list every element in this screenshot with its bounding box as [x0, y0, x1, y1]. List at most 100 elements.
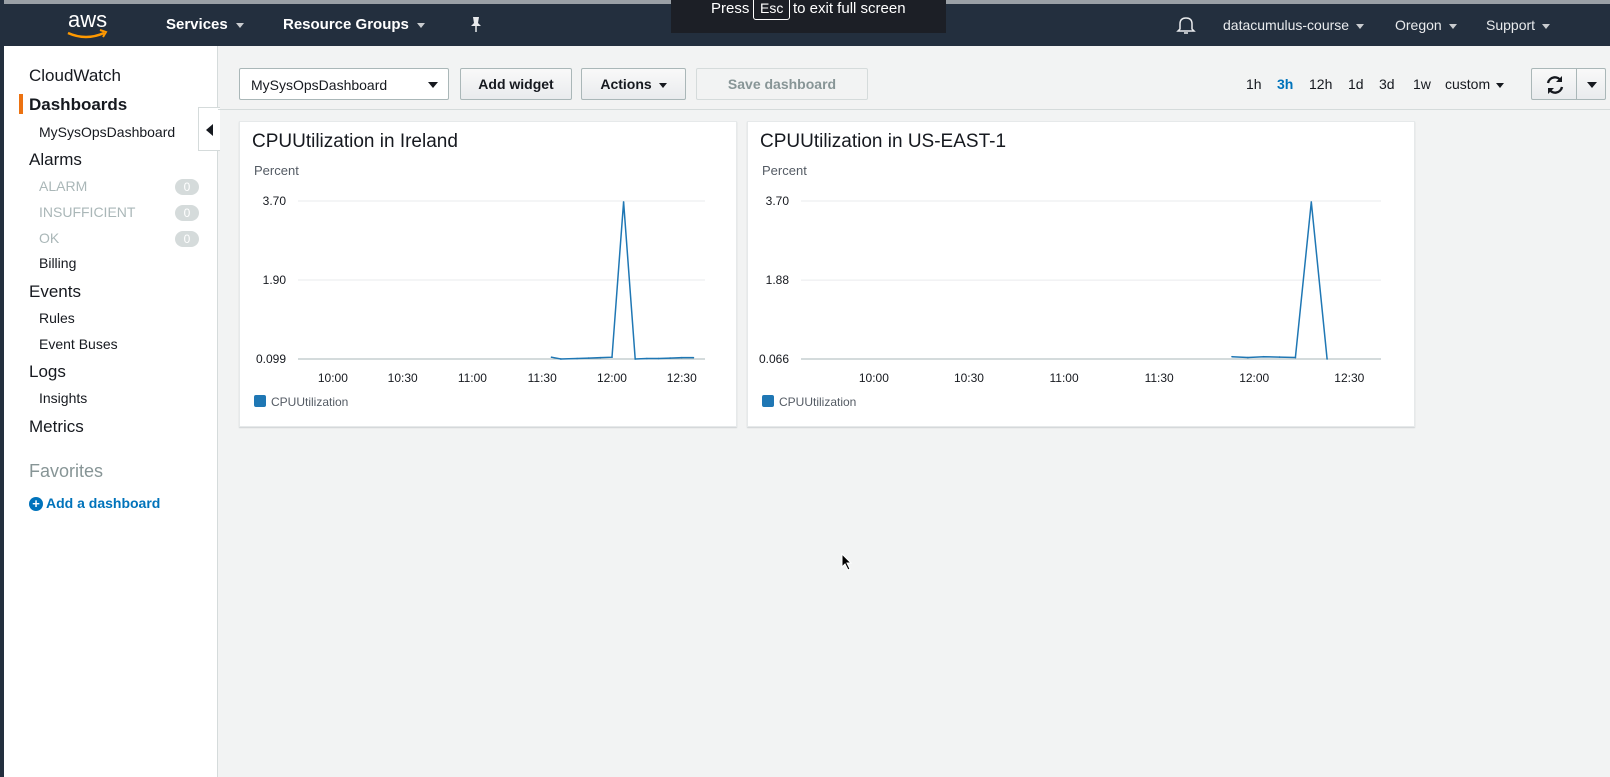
data-point [634, 358, 637, 360]
chevron-down-icon [1587, 82, 1597, 88]
chevron-down-icon [1356, 23, 1365, 29]
chevron-down-icon [1542, 23, 1551, 29]
add-widget-button[interactable]: Add widget [460, 68, 572, 100]
x-tick-label: 11:30 [1145, 371, 1174, 385]
widget-cpu-us-east-1[interactable]: CPUUtilization in US-EAST-1 Percent 3.70 1… [747, 121, 1415, 427]
range-12h[interactable]: 12h [1309, 76, 1332, 92]
services-label: Services [166, 16, 228, 33]
sidebar-item-dashboards[interactable]: Dashboards [29, 95, 127, 115]
account-menu[interactable]: datacumulus-course [1223, 17, 1365, 33]
chevron-down-icon [1448, 23, 1457, 29]
aws-logo[interactable]: aws [64, 7, 112, 39]
add-widget-label: Add widget [478, 76, 554, 92]
support-menu[interactable]: Support [1486, 17, 1551, 33]
data-point [646, 357, 648, 360]
data-point [1310, 201, 1313, 203]
sidebar-item-ok[interactable]: OK [39, 230, 59, 246]
active-indicator [19, 94, 23, 114]
account-label: datacumulus-course [1223, 17, 1350, 33]
data-point [576, 357, 578, 360]
range-3d[interactable]: 3d [1379, 76, 1395, 92]
collapse-sidebar-button[interactable] [198, 107, 220, 151]
x-tick-label: 11:00 [1049, 371, 1078, 385]
support-label: Support [1486, 17, 1536, 33]
caret-left-icon [206, 124, 213, 136]
favorites-heading: Favorites [29, 461, 104, 481]
sidebar-item-mysysopsdashboard[interactable]: MySysOpsDashboard [39, 124, 175, 140]
data-point [1326, 358, 1328, 360]
y-tick-label: 3.70 [263, 194, 287, 208]
actions-button[interactable]: Actions [581, 68, 686, 100]
refresh-icon [1546, 76, 1564, 94]
data-point [680, 356, 683, 359]
range-1d[interactable]: 1d [1348, 76, 1364, 92]
data-point [1231, 355, 1233, 358]
y-tick-label: 0.099 [256, 352, 286, 366]
refresh-options-button[interactable] [1576, 68, 1606, 100]
pin-icon[interactable] [468, 15, 484, 38]
y-tick-label: 1.90 [263, 273, 287, 287]
sidebar-item-logs[interactable]: Logs [29, 362, 66, 382]
sidebar-item-insights[interactable]: Insights [39, 390, 87, 406]
chevron-down-icon [235, 22, 244, 28]
save-dashboard-button[interactable]: Save dashboard [696, 68, 868, 100]
refresh-button[interactable] [1531, 68, 1577, 100]
x-tick-label: 10:00 [859, 371, 889, 385]
data-point [622, 201, 625, 203]
x-tick-label: 11:30 [528, 371, 557, 385]
x-tick-label: 10:30 [954, 371, 984, 385]
x-tick-label: 12:00 [1239, 371, 1269, 385]
esc-key-hint: Esc [753, 0, 791, 20]
services-menu[interactable]: Services [166, 16, 244, 33]
sidebar-item-alarm[interactable]: ALARM [39, 178, 87, 194]
x-tick-label: 11:00 [458, 371, 487, 385]
x-tick-label: 10:00 [318, 371, 348, 385]
region-label: Oregon [1395, 17, 1442, 33]
sidebar: CloudWatch Dashboards MySysOpsDashboard … [4, 46, 218, 777]
range-custom[interactable]: custom [1445, 76, 1505, 92]
x-tick-label: 12:00 [597, 371, 627, 385]
cpu-us-east-1-chart: Percent 3.70 1.88 0.066 10:00 10:30 11:00 11:30… [759, 163, 1381, 409]
x-tick-label: 10:30 [388, 371, 418, 385]
range-1h[interactable]: 1h [1246, 76, 1262, 92]
notifications-bell-icon[interactable] [1176, 15, 1196, 40]
sidebar-item-alarms[interactable]: Alarms [29, 150, 82, 170]
ok-count-badge: 0 [175, 231, 199, 247]
dashboard-select[interactable]: MySysOpsDashboard [239, 68, 449, 100]
data-point [587, 357, 590, 359]
y-tick-label: 1.88 [766, 273, 790, 287]
widget-cpu-ireland[interactable]: CPUUtilization in Ireland Percent 3.70 1.9… [239, 121, 737, 427]
fullscreen-notice-text: to exit full screen [793, 0, 906, 17]
data-point [560, 358, 562, 360]
resource-groups-label: Resource Groups [283, 16, 409, 33]
region-menu[interactable]: Oregon [1395, 17, 1457, 33]
sidebar-item-rules[interactable]: Rules [39, 310, 75, 326]
resource-groups-menu[interactable]: Resource Groups [283, 16, 425, 33]
chevron-down-icon [416, 22, 425, 28]
data-point [657, 357, 660, 360]
data-point [1294, 356, 1297, 359]
add-dashboard-label: Add a dashboard [46, 495, 161, 511]
toolbar-divider [218, 109, 1610, 110]
sidebar-item-cloudwatch[interactable]: CloudWatch [29, 66, 121, 86]
x-tick-label: 12:30 [1334, 371, 1364, 385]
actions-label: Actions [600, 76, 652, 92]
sidebar-item-event-buses[interactable]: Event Buses [39, 336, 118, 352]
cpu-ireland-chart: Percent 3.70 1.90 0.099 10:00 10:30 11:00 11:30… [254, 163, 705, 409]
y-axis-label: Percent [254, 163, 299, 178]
dashboard-select-value: MySysOpsDashboard [251, 77, 388, 93]
plus-circle-icon: + [29, 497, 43, 511]
sidebar-item-metrics[interactable]: Metrics [29, 417, 84, 437]
data-point [1247, 356, 1249, 359]
chevron-down-icon [1496, 82, 1505, 88]
data-point [611, 356, 613, 359]
sidebar-item-events[interactable]: Events [29, 282, 81, 302]
range-3h[interactable]: 3h [1277, 76, 1293, 92]
add-dashboard-link[interactable]: + Add a dashboard [29, 495, 160, 511]
mouse-cursor-icon [841, 552, 853, 576]
sidebar-item-insufficient[interactable]: INSUFFICIENT [39, 204, 135, 220]
data-point [599, 356, 602, 359]
aws-smile-icon [67, 29, 108, 39]
sidebar-item-billing[interactable]: Billing [39, 255, 76, 271]
range-1w[interactable]: 1w [1413, 76, 1431, 92]
